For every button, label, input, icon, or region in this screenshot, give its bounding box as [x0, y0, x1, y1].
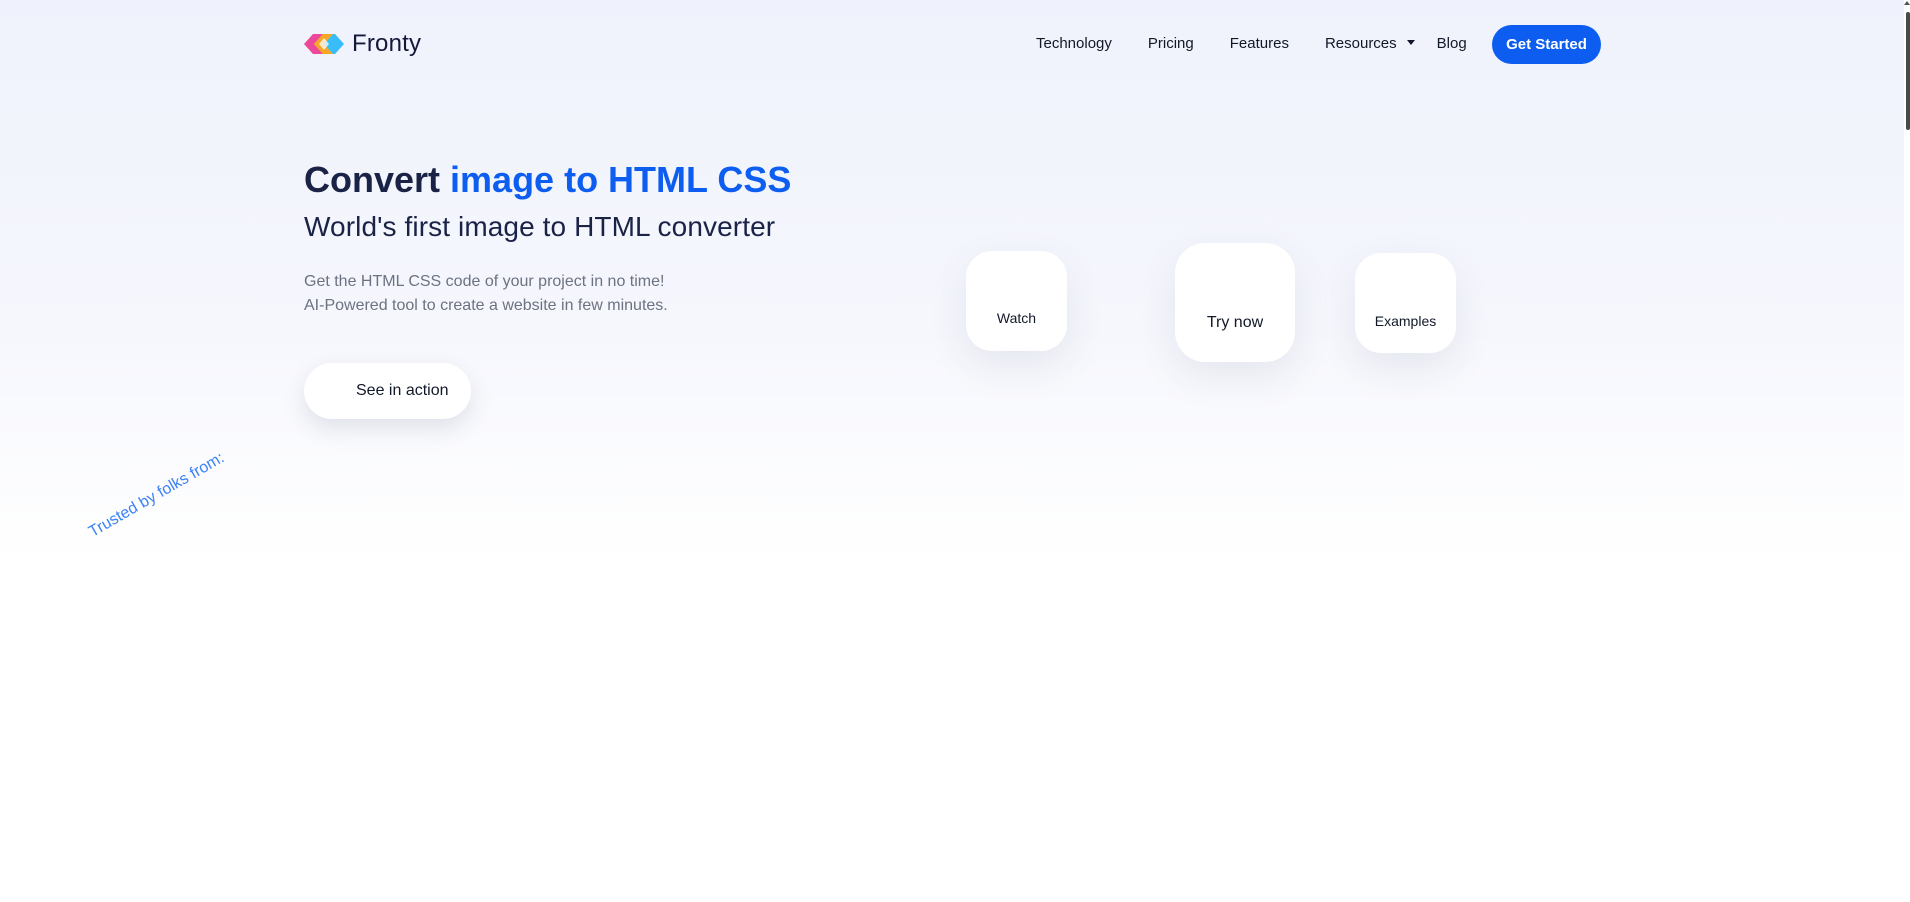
watch-card[interactable]: Watch [966, 251, 1067, 351]
nav-technology[interactable]: Technology [1036, 34, 1112, 54]
hero-description-line-2: AI-Powered tool to create a website in f… [304, 297, 668, 314]
nav-blog[interactable]: Blog [1437, 34, 1467, 54]
nav-resources[interactable]: Resources [1325, 34, 1415, 54]
main-nav: Technology Pricing Features Resources Bl… [1036, 34, 1467, 54]
trusted-by-label: Trusted by folks from: [86, 449, 228, 541]
brand-logo[interactable]: Fronty [304, 30, 421, 58]
try-now-card[interactable]: Try now [1175, 243, 1295, 362]
watch-card-label: Watch [996, 310, 1037, 326]
nav-pricing[interactable]: Pricing [1148, 34, 1194, 54]
brand-name: Fronty [352, 30, 422, 57]
examples-card[interactable]: Examples [1355, 253, 1456, 353]
get-started-button[interactable]: Get Started [1492, 25, 1601, 64]
hero-description: Get the HTML CSS code of your project in… [304, 270, 668, 318]
scroll-up-icon[interactable] [1904, 1, 1910, 5]
page-scrollbar[interactable] [1904, 0, 1910, 902]
hero-description-line-1: Get the HTML CSS code of your project in… [304, 273, 665, 290]
hero-title-prefix: Convert [304, 159, 451, 200]
chevron-down-icon [1406, 40, 1415, 45]
hero-subtitle: World's first image to HTML converter [304, 211, 776, 242]
fronty-logo-icon [304, 34, 344, 54]
hero-title: Convert image to HTML CSS [304, 158, 791, 202]
page: Fronty Technology Pricing Features Resou… [0, 0, 1910, 902]
scrollbar-thumb[interactable] [1906, 12, 1910, 130]
nav-features[interactable]: Features [1230, 34, 1289, 54]
hero-title-accent: image to HTML CSS [450, 159, 792, 200]
nav-resources-label: Resources [1324, 35, 1397, 52]
try-now-card-label: Try now [1206, 314, 1264, 331]
examples-card-label: Examples [1374, 313, 1437, 329]
see-in-action-button[interactable]: See in action [304, 363, 471, 419]
